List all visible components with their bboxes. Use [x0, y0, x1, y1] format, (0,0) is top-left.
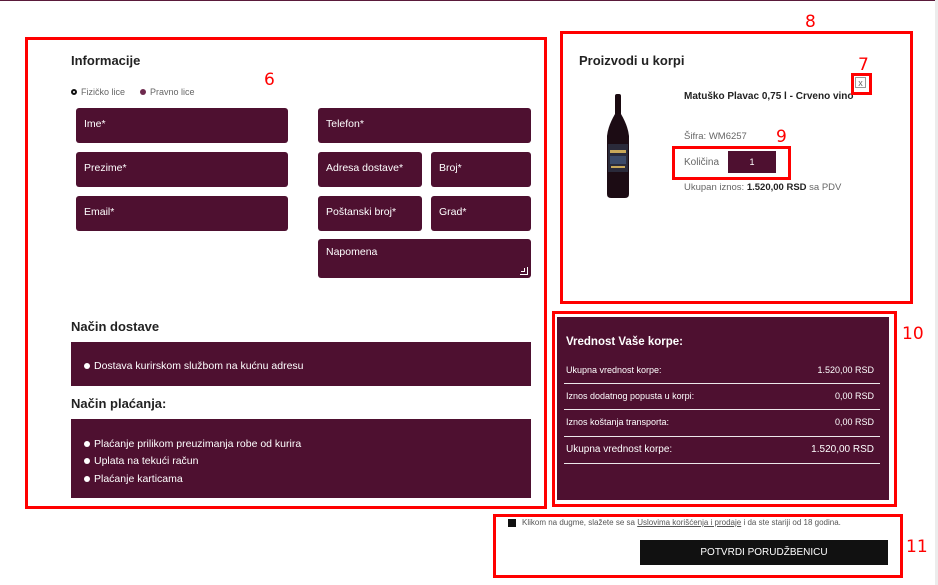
annotation-box-9	[672, 146, 791, 180]
annotation-label-7: 7	[858, 55, 869, 75]
annotation-label-6: 6	[264, 70, 275, 90]
annotation-label-8: 8	[805, 12, 816, 32]
top-border	[0, 0, 938, 1]
annotation-label-9: 9	[776, 127, 787, 147]
annotation-box-6	[25, 37, 547, 509]
annotation-label-11: 11	[906, 537, 928, 557]
annotation-box-7	[851, 73, 872, 95]
annotation-label-10: 10	[902, 324, 924, 344]
annotation-box-11	[493, 514, 903, 578]
annotation-box-10	[552, 311, 897, 507]
